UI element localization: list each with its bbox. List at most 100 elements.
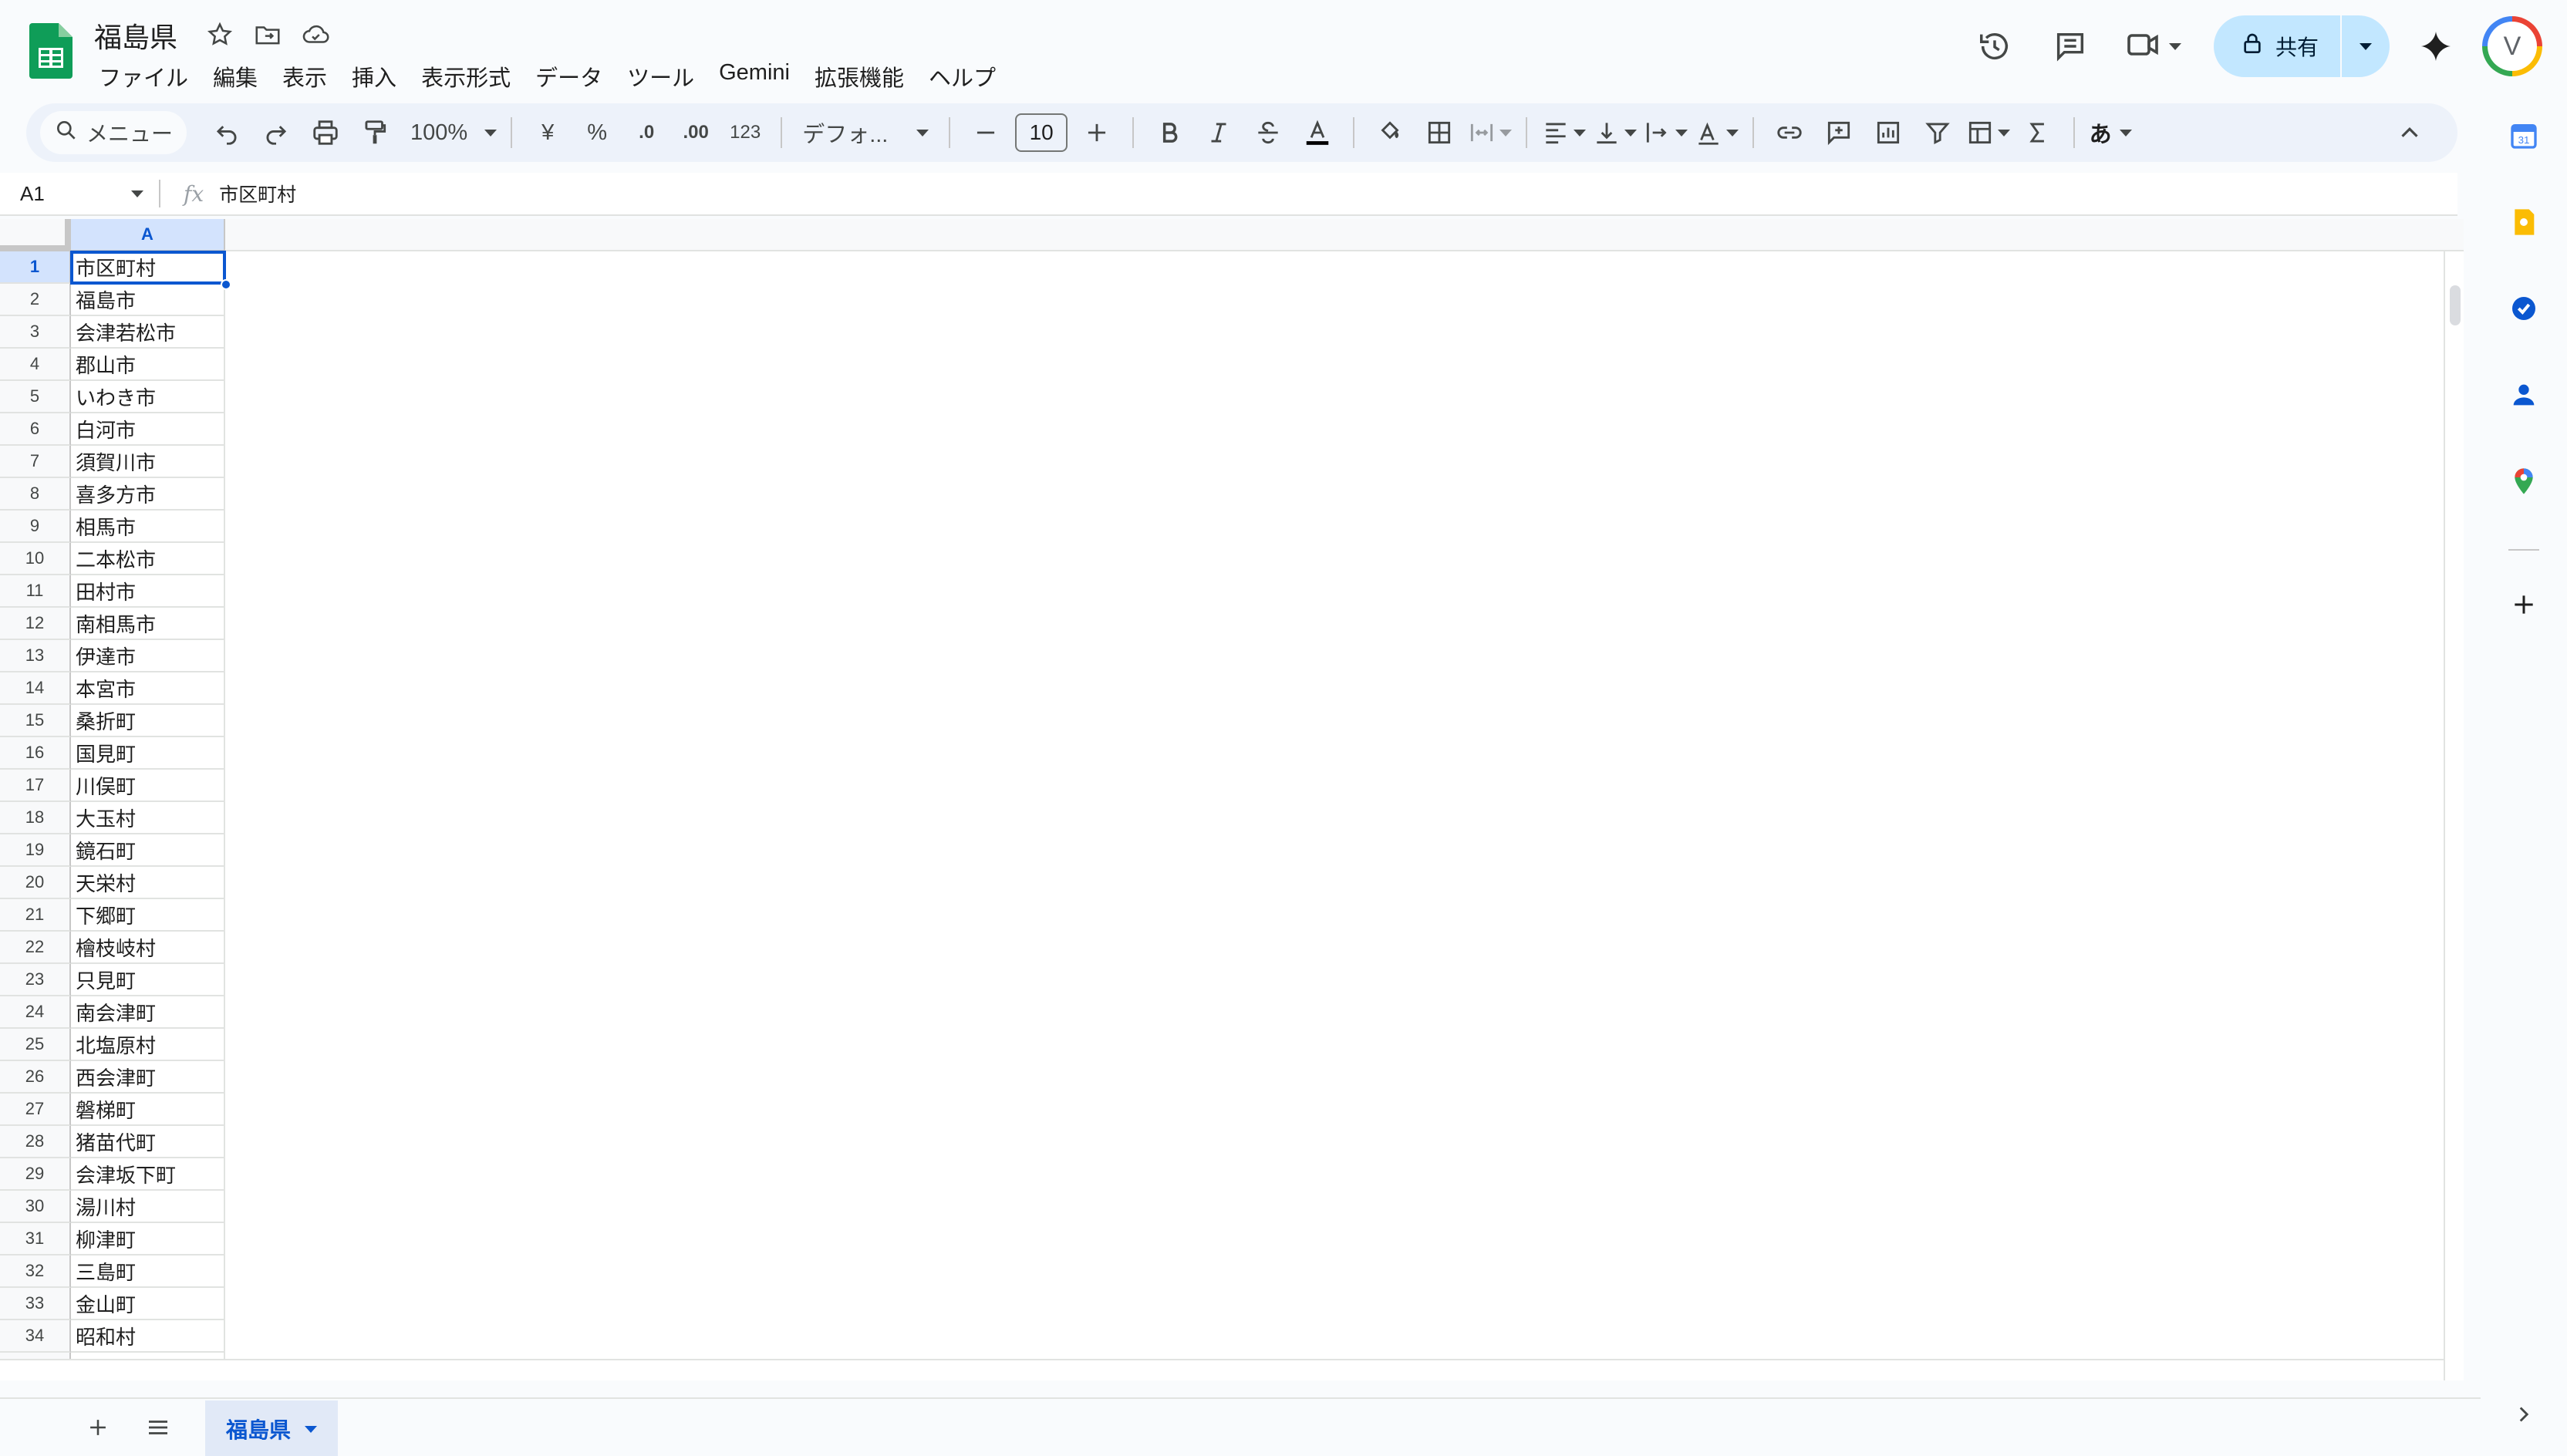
- calendar-icon[interactable]: 31: [2507, 119, 2541, 153]
- row-header[interactable]: 17: [0, 770, 71, 802]
- horizontal-scrollbar[interactable]: [0, 1359, 2444, 1380]
- chevron-down-icon[interactable]: [305, 1425, 317, 1433]
- cell-a[interactable]: 喜多方市: [71, 478, 225, 511]
- row-header[interactable]: 27: [0, 1094, 71, 1126]
- undo-button[interactable]: [205, 111, 248, 154]
- cell-a[interactable]: 天栄村: [71, 867, 225, 899]
- paint-format-button[interactable]: [353, 111, 396, 154]
- scrollbar-thumb[interactable]: [2450, 285, 2461, 325]
- cell-a[interactable]: 南相馬市: [71, 608, 225, 640]
- text-rotation-button[interactable]: [1694, 111, 1739, 154]
- row-header[interactable]: 21: [0, 899, 71, 932]
- tasks-icon[interactable]: [2507, 292, 2541, 325]
- cell-a[interactable]: 市区町村: [70, 251, 226, 285]
- row-header[interactable]: 13: [0, 640, 71, 672]
- currency-format-button[interactable]: ¥: [526, 111, 569, 154]
- cell-a[interactable]: 南会津町: [71, 996, 225, 1029]
- row-header[interactable]: 30: [0, 1191, 71, 1223]
- gemini-sparkle-icon[interactable]: [2414, 25, 2457, 68]
- row-header[interactable]: 16: [0, 737, 71, 770]
- cell-a[interactable]: 磐梯町: [71, 1094, 225, 1126]
- row-header[interactable]: 10: [0, 543, 71, 575]
- cell-a[interactable]: いわき市: [71, 381, 225, 413]
- menu-gemini[interactable]: Gemini: [707, 57, 802, 96]
- cell-a[interactable]: 大玉村: [71, 802, 225, 834]
- add-icon[interactable]: [2507, 588, 2541, 622]
- row-header[interactable]: 33: [0, 1288, 71, 1320]
- menu-search[interactable]: メニュー: [40, 111, 187, 154]
- row-header[interactable]: 14: [0, 672, 71, 705]
- chevron-right-icon[interactable]: [2507, 1397, 2541, 1431]
- share-button[interactable]: 共有: [2214, 15, 2340, 77]
- cell-a[interactable]: 金山町: [71, 1288, 225, 1320]
- row-header[interactable]: 24: [0, 996, 71, 1029]
- cell-a[interactable]: 白河市: [71, 413, 225, 446]
- input-tools-button[interactable]: あ: [2089, 111, 2132, 154]
- font-size-input[interactable]: 10: [1015, 113, 1068, 152]
- row-header[interactable]: 23: [0, 964, 71, 996]
- row-header[interactable]: 5: [0, 381, 71, 413]
- share-options-button[interactable]: [2342, 15, 2390, 77]
- cell-a[interactable]: 柳津町: [71, 1223, 225, 1255]
- cloud-status-icon[interactable]: [301, 20, 330, 53]
- row-header[interactable]: 25: [0, 1029, 71, 1061]
- cell-a[interactable]: 只見町: [71, 964, 225, 996]
- menu-view[interactable]: 表示: [270, 57, 339, 96]
- number-format-button[interactable]: 123: [724, 111, 767, 154]
- collapse-toolbar-button[interactable]: [2388, 111, 2431, 154]
- column-header-a[interactable]: A: [71, 219, 225, 251]
- insert-chart-button[interactable]: [1867, 111, 1910, 154]
- cell-a[interactable]: 猪苗代町: [71, 1126, 225, 1158]
- cell-a[interactable]: 昭和村: [71, 1320, 225, 1353]
- cell-a[interactable]: 三島町: [71, 1255, 225, 1288]
- cell-a[interactable]: 下郷町: [71, 899, 225, 932]
- move-to-folder-icon[interactable]: [253, 20, 282, 53]
- account-avatar[interactable]: V: [2482, 16, 2542, 76]
- row-header[interactable]: 8: [0, 478, 71, 511]
- row-header[interactable]: 6: [0, 413, 71, 446]
- row-header[interactable]: 18: [0, 802, 71, 834]
- row-header[interactable]: 4: [0, 349, 71, 381]
- row-header[interactable]: 26: [0, 1061, 71, 1094]
- cell-a[interactable]: 郡山市: [71, 349, 225, 381]
- add-sheet-button[interactable]: [79, 1408, 117, 1447]
- strikethrough-button[interactable]: [1246, 111, 1290, 154]
- text-wrapping-button[interactable]: [1643, 111, 1688, 154]
- sheets-logo-icon[interactable]: [29, 23, 73, 79]
- italic-button[interactable]: [1197, 111, 1240, 154]
- functions-button[interactable]: [2016, 111, 2059, 154]
- row-header[interactable]: 3: [0, 316, 71, 349]
- bold-button[interactable]: [1148, 111, 1191, 154]
- cell-a[interactable]: 伊達市: [71, 640, 225, 672]
- row-header[interactable]: 34: [0, 1320, 71, 1353]
- cell-a[interactable]: 北塩原村: [71, 1029, 225, 1061]
- increase-font-size-button[interactable]: [1075, 111, 1118, 154]
- filter-views-button[interactable]: [1965, 111, 2011, 154]
- horizontal-align-button[interactable]: [1541, 111, 1587, 154]
- select-all-corner[interactable]: [0, 219, 71, 251]
- menu-format[interactable]: 表示形式: [409, 57, 523, 96]
- row-header[interactable]: 9: [0, 511, 71, 543]
- row-header[interactable]: 20: [0, 867, 71, 899]
- percent-format-button[interactable]: %: [575, 111, 619, 154]
- menu-extensions[interactable]: 拡張機能: [802, 57, 916, 96]
- menu-tools[interactable]: ツール: [615, 57, 707, 96]
- cell-a[interactable]: 田村市: [71, 575, 225, 608]
- vertical-scrollbar[interactable]: [2444, 251, 2464, 1380]
- row-header[interactable]: 32: [0, 1255, 71, 1288]
- menu-insert[interactable]: 挿入: [339, 57, 409, 96]
- cell-a[interactable]: 本宮市: [71, 672, 225, 705]
- row-header[interactable]: 19: [0, 834, 71, 867]
- spreadsheet-grid[interactable]: A 1 市区町村 2 福島市 3 会津若松市 4 郡山市 5 いわき市 6 白河市 7 須賀川市 8 喜多方市…: [0, 219, 2464, 1380]
- vertical-align-button[interactable]: [1592, 111, 1638, 154]
- merge-cells-button[interactable]: [1467, 111, 1513, 154]
- cell-a[interactable]: 鏡石町: [71, 834, 225, 867]
- all-sheets-button[interactable]: [139, 1408, 177, 1447]
- row-header[interactable]: 7: [0, 446, 71, 478]
- fill-color-button[interactable]: [1368, 111, 1412, 154]
- cell-a[interactable]: 会津坂下町: [71, 1158, 225, 1191]
- zoom-select[interactable]: 100%: [410, 111, 498, 154]
- row-header[interactable]: 1: [0, 251, 71, 284]
- comments-icon[interactable]: [2049, 25, 2092, 68]
- cell-a[interactable]: 西会津町: [71, 1061, 225, 1094]
